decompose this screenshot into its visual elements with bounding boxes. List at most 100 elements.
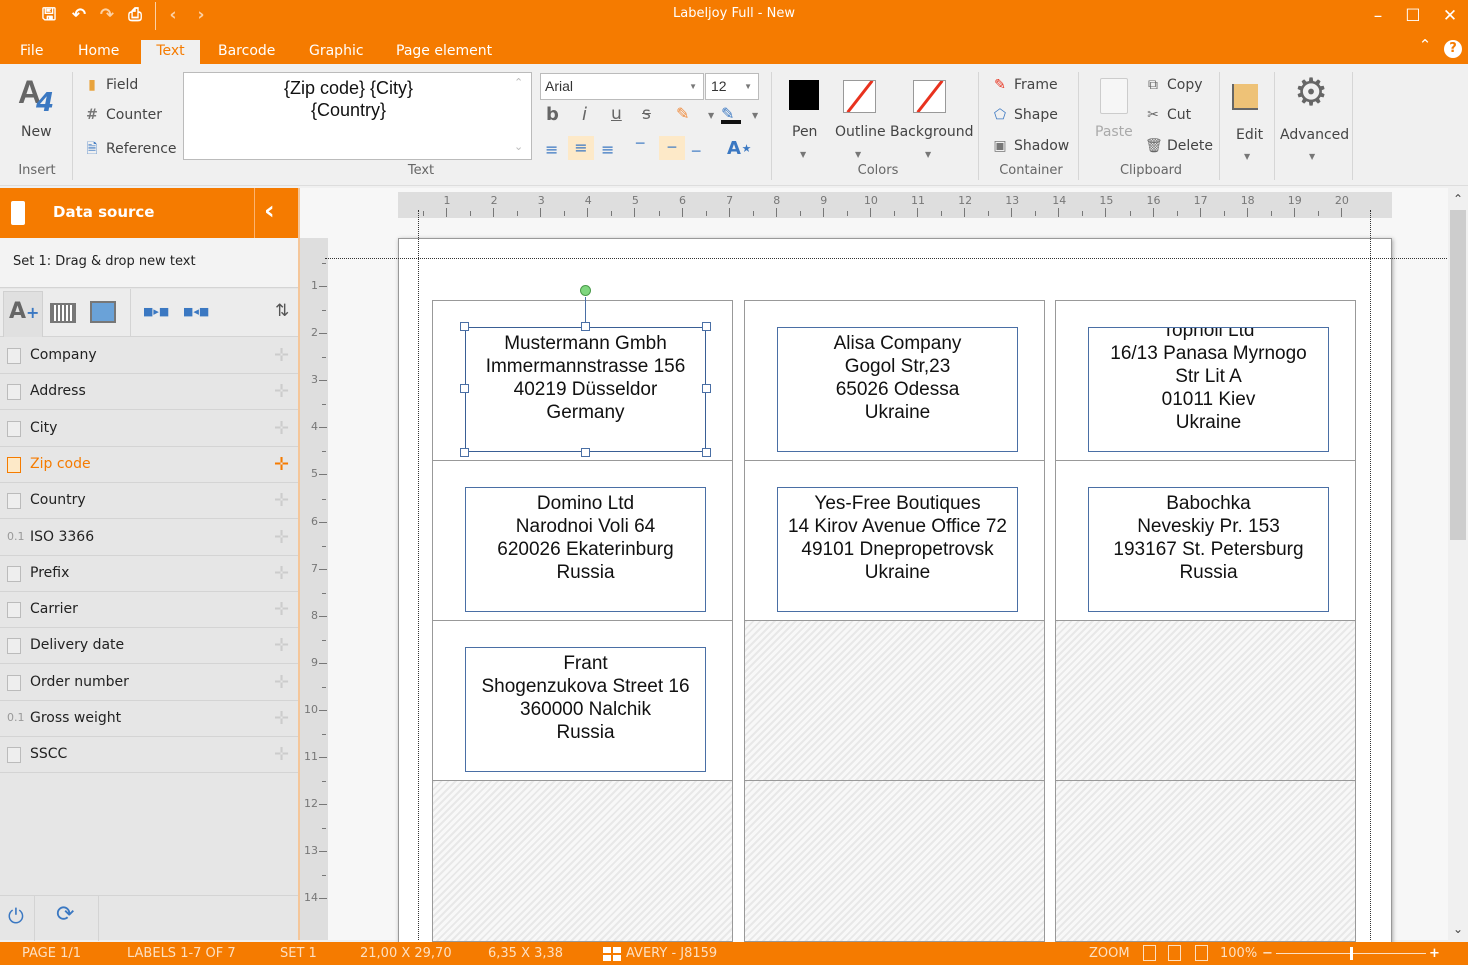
- scrollbar-thumb[interactable]: [1450, 210, 1466, 540]
- field-item[interactable]: Zip code ✛: [0, 447, 298, 483]
- minimize-button[interactable]: –: [1366, 6, 1390, 26]
- drag-handle-icon[interactable]: ✛: [274, 418, 289, 439]
- outline-button[interactable]: Outline: [835, 124, 886, 140]
- empty-label-cell[interactable]: [744, 620, 1045, 781]
- scroll-down-icon[interactable]: ⌄: [514, 140, 523, 153]
- vertical-scrollbar[interactable]: ⌃ ⌄: [1448, 188, 1468, 940]
- highlight-icon[interactable]: ✎: [676, 104, 689, 123]
- font-family-select[interactable]: Arial ▼: [540, 73, 704, 100]
- collapse-icon[interactable]: ■◂■: [183, 305, 209, 318]
- help-icon[interactable]: ?: [1444, 40, 1462, 58]
- chevron-down-icon[interactable]: ▼: [1244, 152, 1250, 161]
- edit-button[interactable]: Edit: [1236, 127, 1263, 143]
- align-left-icon[interactable]: ≡: [545, 140, 558, 159]
- address-text-box[interactable]: Tophoil Ltd 16/13 Panasa Myrnogo Str Lit A…: [1088, 327, 1329, 452]
- drag-handle-icon[interactable]: ✛: [274, 563, 289, 584]
- rotate-handle[interactable]: [580, 285, 591, 296]
- font-size-select[interactable]: 12 ▼: [705, 73, 759, 100]
- field-item[interactable]: 0.1 ISO 3366 ✛: [0, 520, 298, 556]
- menu-text[interactable]: Text: [141, 40, 200, 64]
- align-bottom-icon[interactable]: ─: [692, 144, 700, 160]
- empty-label-cell[interactable]: [432, 780, 733, 942]
- menu-graphic[interactable]: Graphic: [299, 40, 374, 64]
- label-cell[interactable]: Mustermann Gmbh Immermannstrasse 156 40219…: [432, 285, 733, 461]
- outline-color-swatch[interactable]: [843, 80, 876, 113]
- label-cell[interactable]: Tophoil Ltd 16/13 Panasa Myrnogo Str Lit A…: [1055, 300, 1356, 461]
- zoom-in-button[interactable]: +: [1429, 946, 1440, 961]
- frame-button[interactable]: ✎ Frame: [992, 77, 1058, 93]
- zoom-slider-handle[interactable]: [1350, 947, 1353, 960]
- template-name[interactable]: AVERY - J8159: [626, 946, 717, 961]
- label-cell[interactable]: Yes-Free Boutiques 14 Kirov Avenue Office…: [744, 460, 1045, 621]
- address-text-box[interactable]: Yes-Free Boutiques 14 Kirov Avenue Office…: [777, 487, 1018, 612]
- resize-handle[interactable]: [702, 448, 711, 457]
- address-text-box[interactable]: Alisa Company Gogol Str,23 65026 Odessa Ukr…: [777, 327, 1018, 452]
- menu-barcode[interactable]: Barcode: [208, 40, 285, 64]
- counter-button[interactable]: # Counter: [84, 107, 162, 123]
- empty-label-cell[interactable]: [744, 780, 1045, 942]
- drag-handle-icon[interactable]: ✛: [274, 381, 289, 402]
- text-effects-icon[interactable]: A⋆: [727, 138, 752, 159]
- sort-icon[interactable]: ⇅: [275, 301, 289, 321]
- drag-handle-icon[interactable]: ✛: [274, 345, 289, 366]
- resize-handle[interactable]: [702, 384, 711, 393]
- collapse-panel-button[interactable]: ‹: [264, 196, 275, 226]
- field-button[interactable]: ▮ Field: [84, 77, 138, 93]
- strikethrough-button[interactable]: s: [642, 104, 651, 124]
- add-image-field-icon[interactable]: [90, 301, 116, 323]
- address-text-box[interactable]: Babochka Neveskiy Pr. 153 193167 St. Peter…: [1088, 487, 1329, 612]
- zoom-width-icon[interactable]: [1168, 945, 1181, 961]
- align-middle-icon[interactable]: ─: [659, 136, 685, 160]
- field-item[interactable]: Carrier ✛: [0, 592, 298, 629]
- chevron-down-icon[interactable]: ▼: [1309, 152, 1315, 161]
- address-text-box[interactable]: Domino Ltd Narodnoi Voli 64 620026 Ekateri…: [465, 487, 706, 612]
- scroll-down-icon[interactable]: ⌄: [1453, 922, 1463, 936]
- field-item[interactable]: Company ✛: [0, 338, 298, 374]
- shadow-button[interactable]: ▣ Shadow: [992, 138, 1069, 154]
- scroll-up-icon[interactable]: ⌃: [1453, 192, 1463, 206]
- field-item[interactable]: Order number ✛: [0, 665, 298, 701]
- menu-page-element[interactable]: Page element: [386, 40, 502, 64]
- field-item[interactable]: Country ✛: [0, 483, 298, 520]
- field-item[interactable]: 0.1 Gross weight ✛: [0, 701, 298, 737]
- resize-handle[interactable]: [581, 322, 590, 331]
- connect-plug-icon[interactable]: ⏻: [8, 904, 24, 928]
- shape-button[interactable]: ⬠ Shape: [992, 107, 1058, 123]
- address-text-box[interactable]: Mustermann Gmbh Immermannstrasse 156 40219…: [465, 327, 706, 452]
- resize-handle[interactable]: [581, 448, 590, 457]
- chevron-down-icon[interactable]: ▼: [752, 111, 758, 120]
- resize-handle[interactable]: [460, 322, 469, 331]
- drag-handle-icon[interactable]: ✛: [274, 708, 289, 729]
- drag-handle-icon[interactable]: ✛: [274, 490, 289, 511]
- advanced-button[interactable]: Advanced: [1280, 127, 1349, 143]
- label-cell[interactable]: Babochka Neveskiy Pr. 153 193167 St. Peter…: [1055, 460, 1356, 621]
- close-button[interactable]: ✕: [1438, 6, 1462, 26]
- drag-handle-icon[interactable]: ✛: [274, 635, 289, 656]
- drag-handle-icon[interactable]: ✛: [274, 527, 289, 548]
- zoom-page-icon[interactable]: [1143, 945, 1156, 961]
- drag-handle-icon[interactable]: ✛: [274, 744, 289, 765]
- cut-button[interactable]: ✂ Cut: [1145, 107, 1191, 123]
- resize-handle[interactable]: [460, 384, 469, 393]
- address-text-box[interactable]: Frant Shogenzukova Street 16 360000 Nalchi…: [465, 647, 706, 772]
- refresh-icon[interactable]: ⟳: [56, 902, 74, 927]
- label-cell[interactable]: Frant Shogenzukova Street 16 360000 Nalchi…: [432, 620, 733, 781]
- reference-button[interactable]: 🗎 Reference: [84, 138, 176, 162]
- add-barcode-field-icon[interactable]: [50, 303, 76, 323]
- copy-button[interactable]: ⧉ Copy: [1145, 77, 1203, 93]
- chevron-down-icon[interactable]: ▼: [925, 150, 931, 159]
- menu-file[interactable]: File: [10, 40, 53, 64]
- field-item[interactable]: SSCC ✛: [0, 737, 298, 774]
- empty-label-cell[interactable]: [1055, 780, 1356, 942]
- scroll-up-icon[interactable]: ⌃: [514, 76, 523, 89]
- zoom-out-button[interactable]: −: [1262, 946, 1273, 961]
- pen-color-swatch[interactable]: [789, 80, 821, 112]
- collapse-ribbon-icon[interactable]: ⌃: [1413, 36, 1437, 54]
- bold-button[interactable]: b: [546, 104, 559, 125]
- background-button[interactable]: Background: [890, 124, 974, 140]
- resize-handle[interactable]: [460, 448, 469, 457]
- label-cell[interactable]: Alisa Company Gogol Str,23 65026 Odessa Ukr…: [744, 300, 1045, 461]
- chevron-down-icon[interactable]: ▼: [800, 150, 806, 159]
- empty-label-cell[interactable]: [1055, 620, 1356, 781]
- field-item[interactable]: Address ✛: [0, 374, 298, 411]
